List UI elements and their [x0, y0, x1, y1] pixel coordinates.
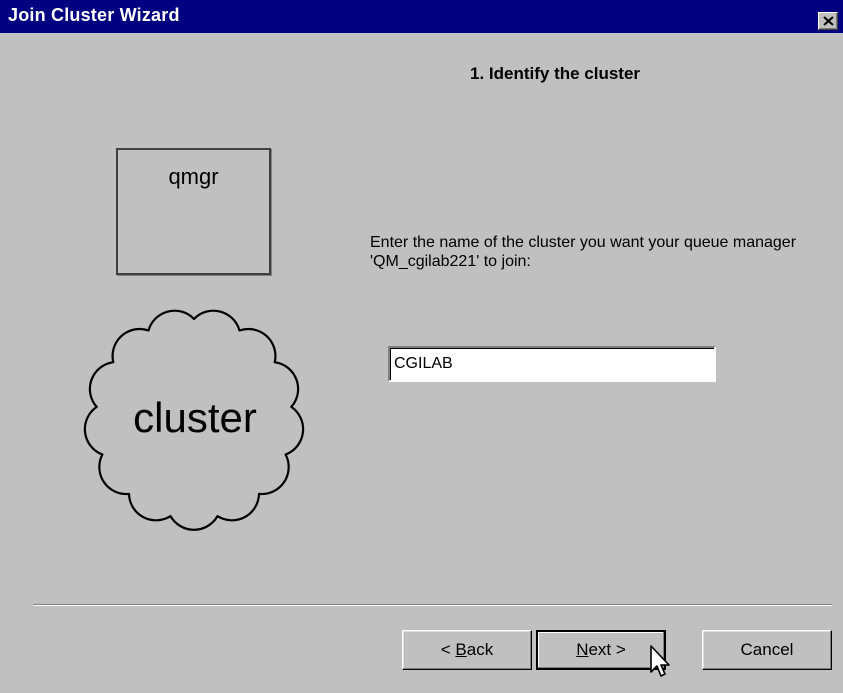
- back-prefix: <: [440, 640, 456, 659]
- qmgr-label: qmgr: [168, 164, 219, 189]
- close-button[interactable]: [818, 12, 838, 30]
- cluster-label: cluster: [133, 394, 257, 441]
- title-bar[interactable]: Join Cluster Wizard: [0, 0, 843, 33]
- cluster-cloud: cluster: [60, 282, 330, 557]
- cluster-name-input[interactable]: [388, 346, 716, 382]
- back-button[interactable]: < Back: [402, 630, 532, 670]
- cancel-button[interactable]: Cancel: [702, 630, 832, 670]
- mouse-pointer-icon: [650, 645, 670, 677]
- next-rest: ext >: [588, 640, 626, 659]
- next-button[interactable]: Next >: [536, 630, 666, 670]
- instruction-text: Enter the name of the cluster you want y…: [370, 234, 797, 270]
- window-title: Join Cluster Wizard: [8, 5, 180, 25]
- next-accel: N: [576, 640, 589, 659]
- join-cluster-wizard-window: Join Cluster Wizard 1. Identify the clus…: [0, 0, 843, 693]
- qmgr-diagram-box: qmgr: [116, 148, 271, 275]
- step-heading: 1. Identify the cluster: [470, 64, 641, 83]
- back-accel: B: [455, 640, 467, 659]
- close-icon: [823, 16, 834, 26]
- back-rest: ack: [466, 640, 494, 659]
- button-separator: [33, 604, 832, 606]
